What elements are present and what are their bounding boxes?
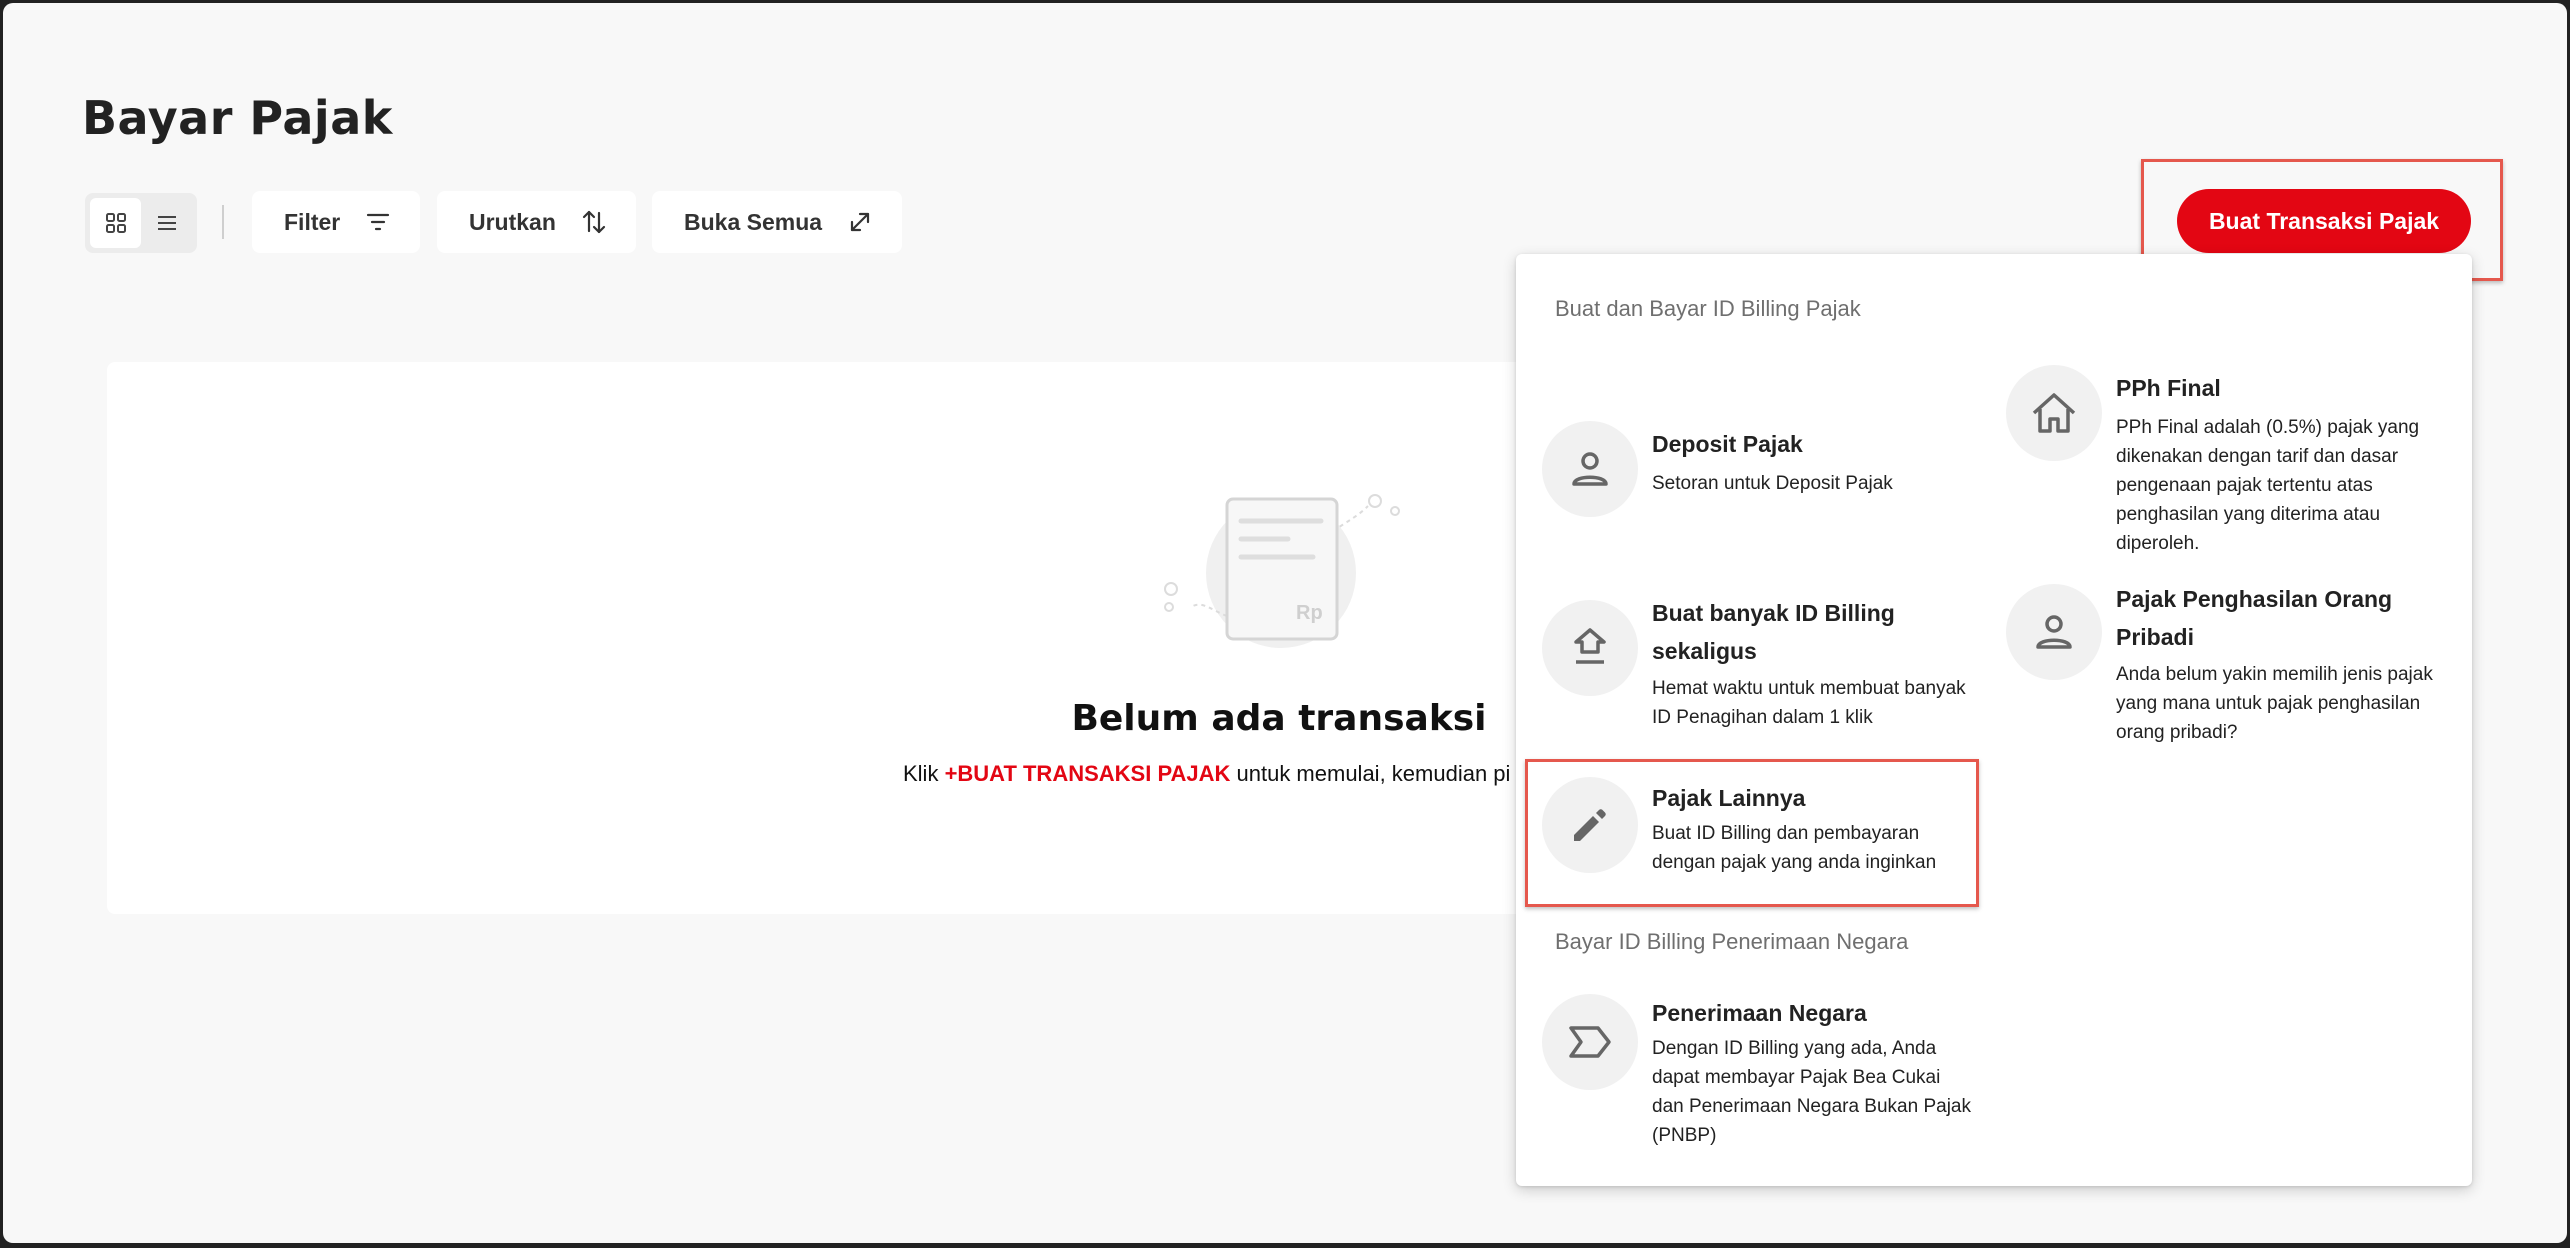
annotation-highlight-box <box>1525 759 1979 907</box>
page-title: Bayar Pajak <box>82 91 393 145</box>
option-pph-final[interactable]: PPh Final PPh Final adalah (0.5%) pajak … <box>2006 365 2446 558</box>
toolbar-divider <box>222 205 224 239</box>
expand-icon <box>850 212 870 232</box>
empty-desc-suffix: untuk memulai, kemudian pi <box>1230 761 1511 786</box>
sort-label: Urutkan <box>469 208 556 235</box>
filter-button[interactable]: Filter <box>252 191 421 253</box>
create-transaction-dropdown: Buat dan Bayar ID Billing Pajak Deposit … <box>1516 254 2472 1186</box>
option-desc: Dengan ID Billing yang ada, Anda dapat m… <box>1652 1038 1971 1146</box>
grid-view-button[interactable] <box>90 198 141 248</box>
home-icon <box>2006 365 2102 461</box>
option-title: PPh Final <box>2116 375 2221 401</box>
create-transaction-link[interactable]: +BUAT TRANSAKSI PAJAK <box>945 761 1231 786</box>
option-bulk-billing[interactable]: Buat banyak ID Billing sekaligus Hemat w… <box>1542 594 1972 732</box>
list-icon <box>157 216 176 230</box>
illustration-currency-label: Rp <box>1296 602 1323 624</box>
option-pph-orang-pribadi[interactable]: Pajak Penghasilan Orang Pribadi Anda bel… <box>2006 580 2446 747</box>
option-title: Buat banyak ID Billing sekaligus <box>1652 600 1895 664</box>
filter-icon <box>367 213 390 231</box>
option-title: Pajak Penghasilan Orang Pribadi <box>2116 586 2393 650</box>
option-desc: Setoran untuk Deposit Pajak <box>1652 473 1893 494</box>
person-icon <box>1542 421 1638 517</box>
section-label-penerimaan-negara: Bayar ID Billing Penerimaan Negara <box>1555 929 1909 954</box>
expand-all-label: Buka Semua <box>684 208 823 235</box>
empty-desc-prefix: Klik <box>903 761 945 786</box>
chevron-label-icon <box>1542 994 1638 1090</box>
list-view-button[interactable] <box>141 198 192 248</box>
option-desc: Hemat waktu untuk membuat banyak ID Pena… <box>1652 678 1966 728</box>
option-desc: PPh Final adalah (0.5%) pajak yang diken… <box>2116 417 2420 554</box>
sort-icon <box>582 210 606 234</box>
grid-icon <box>105 213 126 233</box>
option-title: Penerimaan Negara <box>1652 1000 1867 1026</box>
sort-button[interactable]: Urutkan <box>437 191 636 253</box>
section-label-billing-pajak: Buat dan Bayar ID Billing Pajak <box>1555 296 1861 321</box>
option-desc: Anda belum yakin memilih jenis pajak yan… <box>2116 664 2433 743</box>
empty-receipt-illustration: Rp <box>1143 481 1423 666</box>
option-deposit-pajak[interactable]: Deposit Pajak Setoran untuk Deposit Paja… <box>1542 421 1972 517</box>
empty-state-description: Klik +BUAT TRANSAKSI PAJAK untuk memulai… <box>903 761 1515 787</box>
expand-all-button[interactable]: Buka Semua <box>652 191 903 253</box>
app-frame: Bayar Pajak Filter Urutkan Buka Semua Bu… <box>3 3 2567 1243</box>
option-title: Deposit Pajak <box>1652 431 1803 457</box>
person-icon <box>2006 584 2102 680</box>
filter-label: Filter <box>284 208 341 235</box>
upload-icon <box>1542 600 1638 696</box>
option-penerimaan-negara[interactable]: Penerimaan Negara Dengan ID Billing yang… <box>1542 994 1972 1150</box>
view-mode-toggle <box>85 193 197 253</box>
